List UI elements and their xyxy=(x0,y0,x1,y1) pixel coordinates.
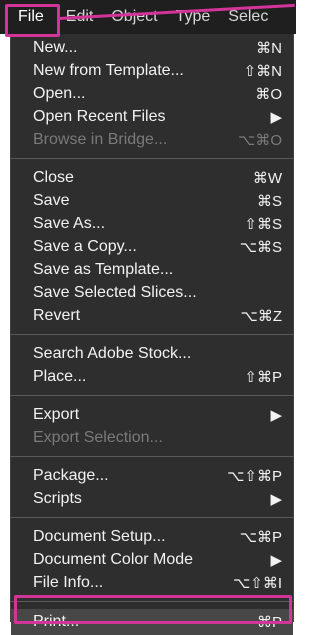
menu-item-label: Save As... xyxy=(33,214,106,232)
menu-item-export-selection: Export Selection... xyxy=(11,426,293,449)
file-menu-dropdown: New... ⌘N New from Template... ⇧⌘N Open... ⌘O… xyxy=(10,34,294,635)
menu-item-new-from-template[interactable]: New from Template... ⇧⌘N xyxy=(11,59,293,82)
menu-item-save-as[interactable]: Save As... ⇧⌘S xyxy=(11,212,293,235)
menu-item-label: Print... xyxy=(33,613,80,630)
menu-item-label: Save as Template... xyxy=(33,260,174,278)
menu-item-label: Browse in Bridge... xyxy=(33,130,168,148)
menu-item-save-selected-slices[interactable]: Save Selected Slices... xyxy=(11,281,293,304)
menu-item-label: New from Template... xyxy=(33,61,184,79)
menu-item-browse-in-bridge: Browse in Bridge... ⌥⌘O xyxy=(11,128,293,151)
menu-item-label: Place... xyxy=(33,367,87,385)
menu-item-shortcut: ⌘S xyxy=(256,192,282,210)
menu-item-close[interactable]: Close ⌘W xyxy=(11,166,293,189)
menu-item-shortcut: ⌥⌘P xyxy=(239,528,282,546)
menu-separator xyxy=(11,395,293,396)
menu-item-open[interactable]: Open... ⌘O xyxy=(11,82,293,105)
submenu-arrow-icon: ▶ xyxy=(270,108,282,126)
menu-item-print[interactable]: Print... ⌘P xyxy=(11,609,293,635)
menu-item-file-info[interactable]: File Info... ⌥⇧⌘I xyxy=(11,571,293,594)
menu-item-place[interactable]: Place... ⇧⌘P xyxy=(11,365,293,388)
menu-item-open-recent-files[interactable]: Open Recent Files ▶ xyxy=(11,105,293,128)
menubar-edit[interactable]: Edit xyxy=(57,0,103,34)
menu-item-document-color-mode[interactable]: Document Color Mode ▶ xyxy=(11,548,293,571)
menu-item-shortcut: ⌘P xyxy=(256,614,282,631)
menu-item-package[interactable]: Package... ⌥⇧⌘P xyxy=(11,464,293,487)
menu-item-search-adobe-stock[interactable]: Search Adobe Stock... xyxy=(11,342,293,365)
menu-separator xyxy=(11,158,293,159)
menu-item-label: Search Adobe Stock... xyxy=(33,344,192,362)
menu-item-label: New... xyxy=(33,38,78,56)
menu-item-shortcut: ⌘O xyxy=(255,85,282,103)
menu-item-shortcut: ⌘N xyxy=(256,39,282,57)
menu-item-new[interactable]: New... ⌘N xyxy=(11,36,293,59)
menu-item-export[interactable]: Export ▶ xyxy=(11,403,293,426)
menu-item-save[interactable]: Save ⌘S xyxy=(11,189,293,212)
menu-item-label: Save xyxy=(33,191,70,209)
menu-item-revert[interactable]: Revert ⌥⌘Z xyxy=(11,304,293,327)
menu-separator xyxy=(11,456,293,457)
menu-item-label: Export xyxy=(33,405,80,423)
menu-item-shortcut: ⌥⇧⌘P xyxy=(227,467,282,485)
menubar-type[interactable]: Type xyxy=(167,0,220,34)
submenu-arrow-icon: ▶ xyxy=(270,406,282,424)
menu-item-shortcut: ⌥⇧⌘I xyxy=(232,574,282,592)
menubar-object[interactable]: Object xyxy=(102,0,166,34)
menu-bar: File Edit Object Type Selec xyxy=(0,0,296,34)
menu-item-label: Revert xyxy=(33,306,81,324)
submenu-arrow-icon: ▶ xyxy=(270,490,282,508)
menu-item-label: Document Color Mode xyxy=(33,550,194,568)
menu-item-save-a-copy[interactable]: Save a Copy... ⌥⌘S xyxy=(11,235,293,258)
menu-item-label: Open Recent Files xyxy=(33,107,166,125)
menu-item-shortcut: ⇧⌘N xyxy=(243,62,282,80)
menu-item-scripts[interactable]: Scripts ▶ xyxy=(11,487,293,510)
menu-item-shortcut: ⌥⌘Z xyxy=(240,307,282,325)
menu-item-document-setup[interactable]: Document Setup... ⌥⌘P xyxy=(11,525,293,548)
menu-item-shortcut: ⌥⌘O xyxy=(238,131,282,149)
menu-item-label: Save Selected Slices... xyxy=(33,283,197,301)
menu-separator xyxy=(11,517,293,518)
menu-item-label: Export Selection... xyxy=(33,428,163,446)
menu-separator xyxy=(11,334,293,335)
menu-item-shortcut: ⌥⌘S xyxy=(239,238,282,256)
menu-item-label: Scripts xyxy=(33,489,82,507)
menu-item-label: Save a Copy... xyxy=(33,237,137,255)
menu-item-label: File Info... xyxy=(33,573,104,591)
menu-item-label: Package... xyxy=(33,466,109,484)
menubar-file[interactable]: File xyxy=(0,0,57,34)
menu-item-label: Document Setup... xyxy=(33,527,166,545)
menu-item-label: Open... xyxy=(33,84,86,102)
menu-item-save-as-template[interactable]: Save as Template... xyxy=(11,258,293,281)
submenu-arrow-icon: ▶ xyxy=(270,551,282,569)
menu-item-label: Close xyxy=(33,168,74,186)
menu-item-shortcut: ⌘W xyxy=(252,169,282,187)
menu-separator xyxy=(11,601,293,602)
menu-item-shortcut: ⇧⌘S xyxy=(244,215,282,233)
menubar-select[interactable]: Selec xyxy=(219,0,277,34)
menu-item-shortcut: ⇧⌘P xyxy=(244,368,282,386)
